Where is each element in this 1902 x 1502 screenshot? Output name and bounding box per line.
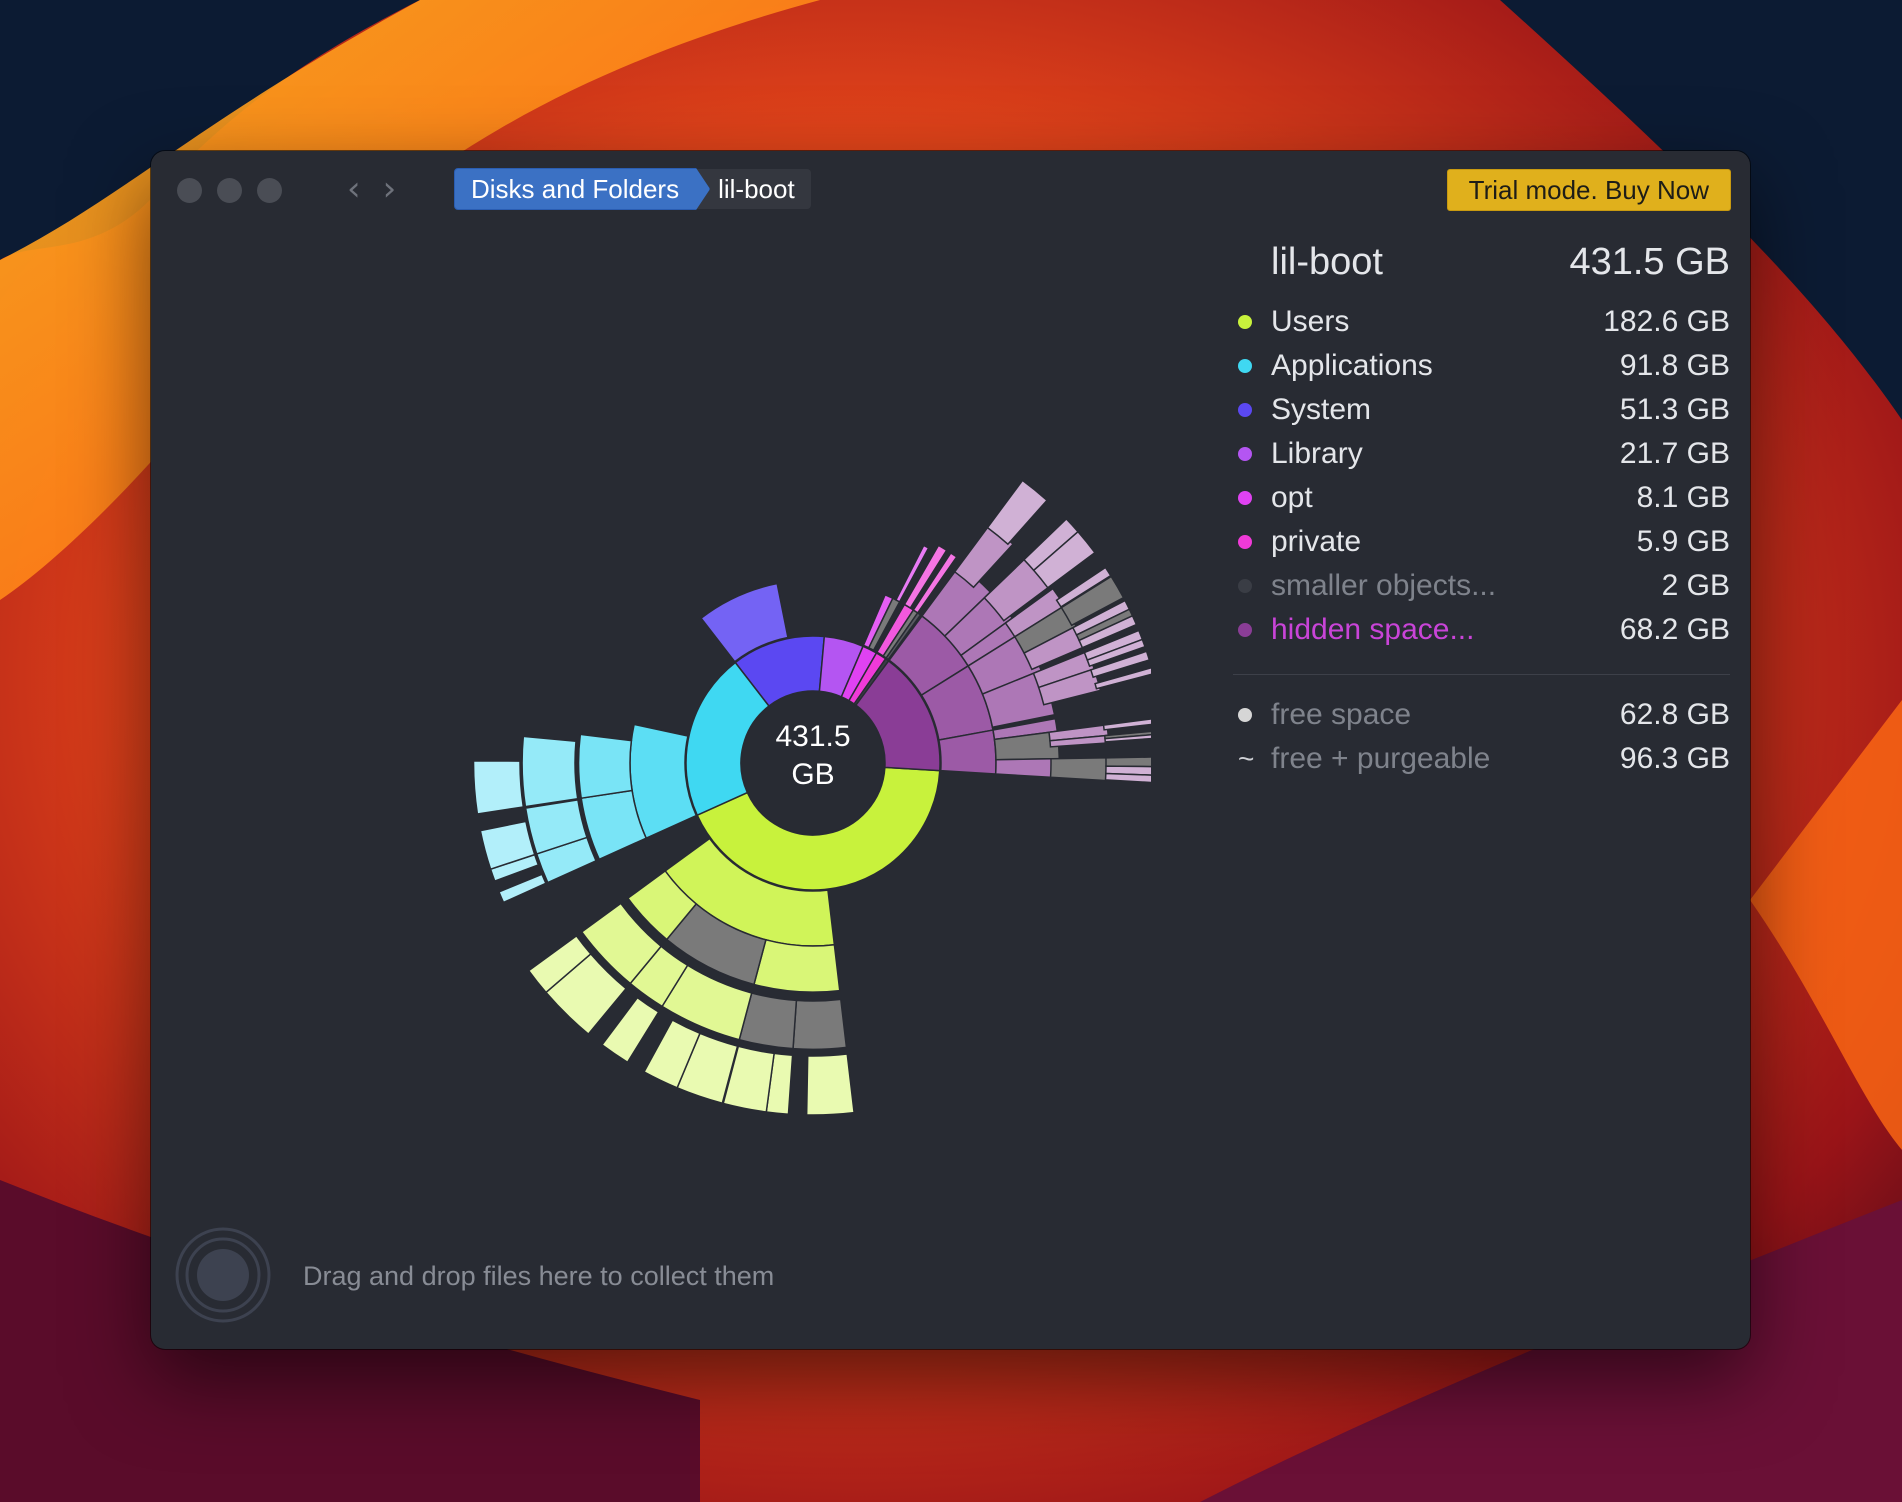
- legend-item-name: private: [1271, 525, 1362, 558]
- legend-item-users[interactable]: Users 182.6 GB: [1233, 300, 1730, 344]
- legend-item-name: Users: [1271, 305, 1350, 338]
- legend-item-name: opt: [1271, 481, 1313, 514]
- color-dot-icon: [1238, 359, 1252, 373]
- sunburst-subsegment[interactable]: [577, 733, 633, 800]
- sunburst-subsegment[interactable]: [521, 735, 579, 808]
- buy-now-button[interactable]: Trial mode. Buy Now: [1446, 169, 1731, 211]
- panel-total: 431.5 GB: [1569, 241, 1730, 283]
- dropzone-hint: Drag and drop files here to collect them: [303, 1261, 775, 1291]
- sunburst-subsegment[interactable]: [1049, 757, 1111, 782]
- legend-item-applications[interactable]: Applications 91.8 GB: [1233, 344, 1730, 388]
- sunburst-subsegment[interactable]: [994, 757, 1061, 779]
- legend-item-name: Applications: [1271, 349, 1433, 382]
- sunburst-subsegment[interactable]: [753, 938, 841, 993]
- details-panel: lil-boot 431.5 GB Users 182.6 GB Applica…: [1233, 241, 1730, 781]
- sunburst-subsegment[interactable]: [1102, 718, 1151, 731]
- legend-item-size: 21.7 GB: [1619, 437, 1730, 470]
- legend-item-size: 5.9 GB: [1636, 525, 1730, 558]
- legend-item-hidden-space[interactable]: hidden space... 68.2 GB: [1233, 608, 1730, 652]
- panel-header: lil-boot 431.5 GB: [1271, 241, 1730, 284]
- free-purgeable-label: free + purgeable: [1271, 742, 1491, 775]
- color-dot-icon: [1238, 403, 1252, 417]
- legend-item-name: Library: [1271, 437, 1363, 470]
- legend-item-name: hidden space...: [1271, 613, 1475, 646]
- legend-item-size: 68.2 GB: [1619, 613, 1730, 646]
- free-space-size: 62.8 GB: [1619, 698, 1730, 731]
- legend-item-library[interactable]: Library 21.7 GB: [1233, 432, 1730, 476]
- legend-list: Users 182.6 GB Applications 91.8 GB Syst…: [1233, 300, 1730, 652]
- chart-center-unit: GB: [791, 758, 835, 791]
- legend-item-size: 2 GB: [1661, 569, 1730, 602]
- chart-center-total[interactable]: 431.5 GB: [738, 718, 888, 794]
- sunburst-subsegment[interactable]: [1105, 756, 1151, 768]
- chart-center-value: 431.5: [775, 720, 851, 753]
- legend-item-size: 182.6 GB: [1603, 305, 1730, 338]
- free-space-row: free space 62.8 GB: [1233, 693, 1730, 737]
- free-purgeable-row: ~ free + purgeable 96.3 GB: [1233, 737, 1730, 781]
- sunburst-subsegment[interactable]: [497, 873, 547, 904]
- color-dot-icon: [1238, 623, 1252, 637]
- color-dot-icon: [1238, 491, 1252, 505]
- approx-tilde-icon: ~: [1238, 743, 1255, 774]
- sunburst-subsegment[interactable]: [792, 998, 848, 1051]
- legend-item-size: 51.3 GB: [1619, 393, 1730, 426]
- color-dot-icon: [1238, 447, 1252, 461]
- legend-item-name: smaller objects...: [1271, 569, 1497, 602]
- collector-drop-icon[interactable]: [175, 1227, 271, 1323]
- sunburst-subsegment[interactable]: [986, 479, 1049, 546]
- legend-item-private[interactable]: private 5.9 GB: [1233, 520, 1730, 564]
- legend-item-name: System: [1271, 393, 1372, 426]
- legend-item-size: 8.1 GB: [1636, 481, 1730, 514]
- legend-divider: [1233, 674, 1730, 675]
- legend-item-opt[interactable]: opt 8.1 GB: [1233, 476, 1730, 520]
- free-space-label: free space: [1271, 698, 1412, 731]
- color-dot-icon: [1238, 579, 1252, 593]
- app-window: ‹ › Disks and Folders lil-boot Trial mod…: [151, 151, 1750, 1349]
- sunburst-subsegment[interactable]: [805, 1053, 855, 1116]
- panel-title: lil-boot: [1271, 241, 1383, 283]
- legend-item-system[interactable]: System 51.3 GB: [1233, 388, 1730, 432]
- sunburst-subsegment[interactable]: [472, 760, 525, 815]
- sunburst-chart: [472, 479, 1151, 1116]
- sunburst-subsegment[interactable]: [1104, 772, 1151, 784]
- free-purgeable-size: 96.3 GB: [1619, 742, 1730, 775]
- legend-item-smaller-objects[interactable]: smaller objects... 2 GB: [1233, 564, 1730, 608]
- free-space-dot-icon: [1238, 708, 1252, 722]
- color-dot-icon: [1238, 315, 1252, 329]
- color-dot-icon: [1238, 535, 1252, 549]
- legend-item-size: 91.8 GB: [1619, 349, 1730, 382]
